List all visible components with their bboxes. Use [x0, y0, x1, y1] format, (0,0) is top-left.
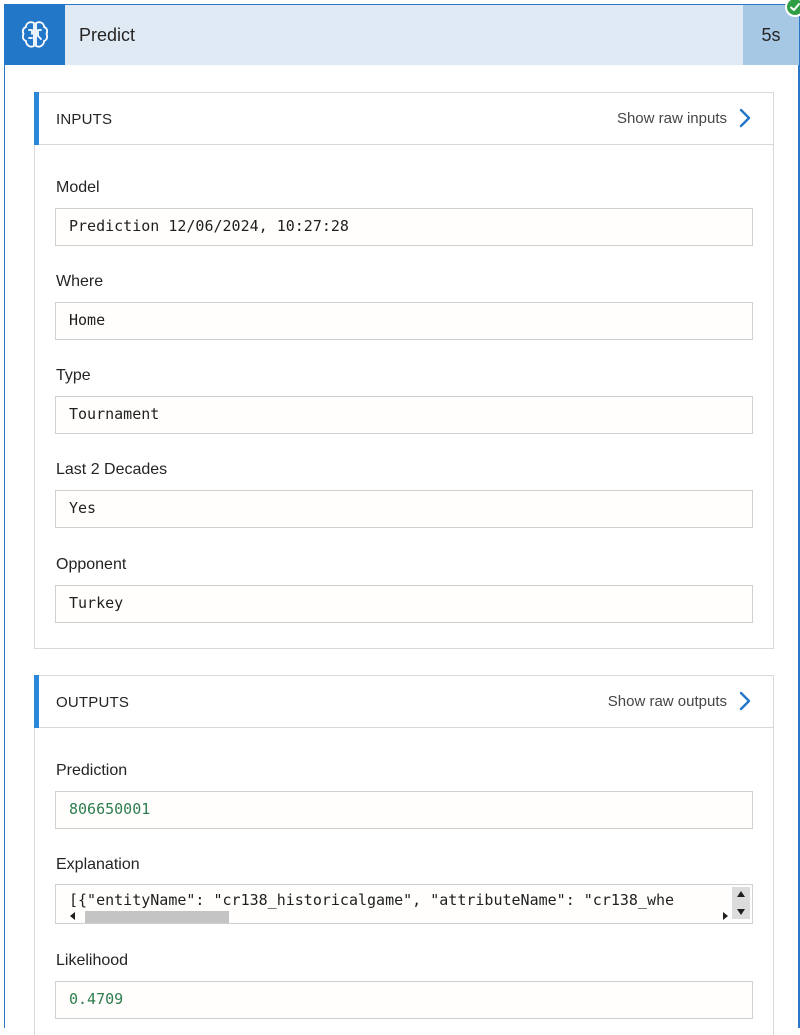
model-field[interactable]: Prediction 12/06/2024, 10:27:28: [55, 208, 753, 246]
where-field[interactable]: Home: [55, 302, 753, 340]
scroll-down-arrow-icon[interactable]: [736, 908, 746, 916]
show-raw-inputs-link[interactable]: Show raw inputs: [617, 107, 751, 129]
explanation-label: Explanation: [56, 856, 140, 873]
action-header[interactable]: Predict 5s: [5, 0, 800, 65]
scroll-up-arrow-icon[interactable]: [736, 890, 746, 898]
scroll-left-arrow-icon[interactable]: [69, 911, 77, 921]
explanation-text: [{"entityName": "cr138_historicalgame", …: [69, 891, 675, 909]
prediction-field[interactable]: 806650001: [55, 791, 753, 829]
last-2-decades-label: Last 2 Decades: [56, 461, 168, 478]
action-title: Predict: [79, 25, 136, 45]
inputs-section-header: INPUTS Show raw inputs: [34, 92, 773, 145]
chevron-right-icon: [739, 108, 751, 128]
opponent-field[interactable]: Turkey: [55, 585, 753, 623]
horizontal-scrollbar[interactable]: [69, 909, 729, 923]
explanation-field[interactable]: [{"entityName": "cr138_historicalgame", …: [55, 884, 753, 924]
horizontal-scroll-thumb[interactable]: [85, 911, 229, 923]
scroll-right-arrow-icon[interactable]: [721, 911, 729, 921]
last-2-decades-field[interactable]: Yes: [55, 490, 753, 528]
likelihood-field[interactable]: 0.4709: [55, 981, 753, 1019]
chevron-right-icon: [739, 691, 751, 711]
opponent-label: Opponent: [56, 556, 127, 573]
inputs-section: INPUTS Show raw inputs Model Prediction …: [34, 92, 774, 649]
prediction-label: Prediction: [56, 762, 128, 779]
outputs-section: OUTPUTS Show raw outputs Prediction 8066…: [34, 675, 774, 1035]
type-field[interactable]: Tournament: [55, 396, 753, 434]
show-raw-outputs-label: Show raw outputs: [607, 692, 727, 710]
type-label: Type: [56, 367, 91, 384]
outputs-title: OUTPUTS: [56, 694, 130, 711]
brain-icon: [5, 5, 65, 65]
vertical-scrollbar[interactable]: [732, 887, 750, 919]
show-raw-inputs-label: Show raw inputs: [616, 109, 727, 127]
action-card: Predict 5s INPUTS Show raw inputs Model …: [4, 0, 800, 1035]
outputs-section-header: OUTPUTS Show raw outputs: [34, 675, 773, 728]
show-raw-outputs-link[interactable]: Show raw outputs: [608, 690, 751, 712]
likelihood-label: Likelihood: [56, 952, 129, 969]
where-label: Where: [56, 273, 104, 290]
model-label: Model: [56, 179, 100, 196]
inputs-title: INPUTS: [56, 111, 113, 128]
